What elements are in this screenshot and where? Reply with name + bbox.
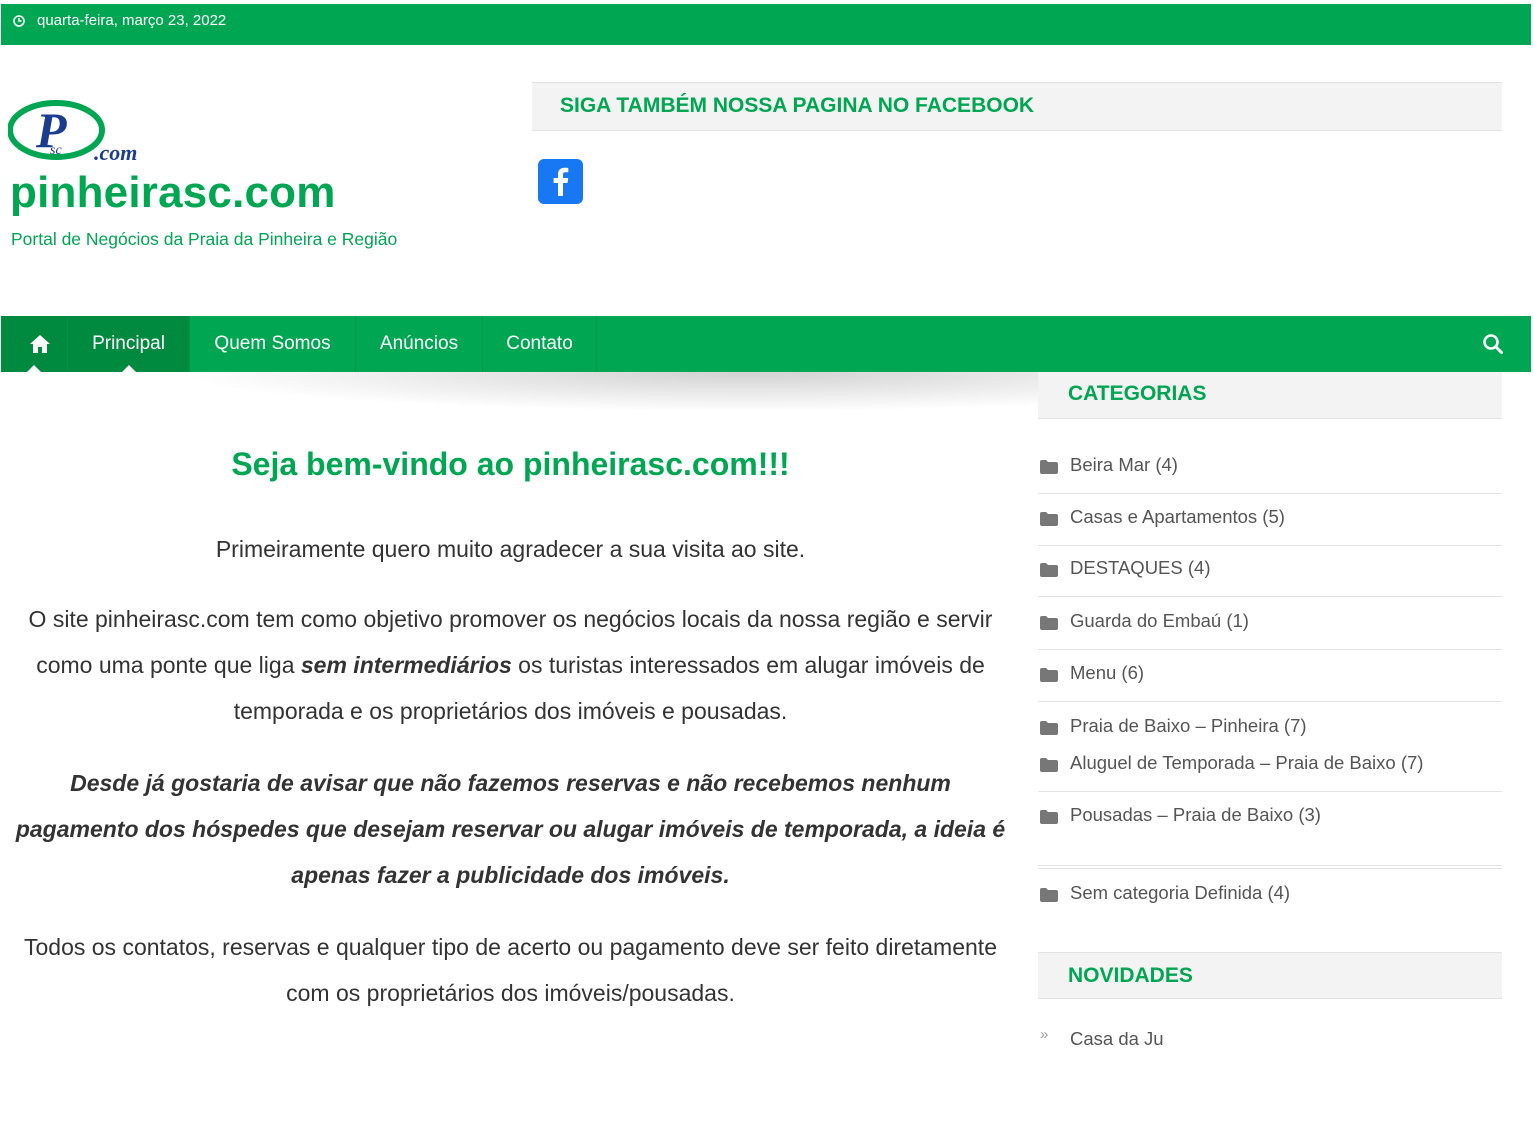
facebook-widget-title-text: SIGA TAMBÉM NOSSA PAGINA NO FACEBOOK — [560, 94, 1035, 117]
nav-item-quem-somos[interactable]: Quem Somos — [190, 316, 356, 372]
objective-paragraph: O site pinheirasc.com tem como objetivo … — [8, 596, 1013, 734]
main-nav: Principal Quem Somos Anúncios Contato — [1, 316, 1531, 372]
top-bar: quarta-feira, março 23, 2022 — [1, 4, 1531, 45]
folder-icon — [1040, 616, 1058, 630]
facebook-icon[interactable] — [538, 159, 583, 204]
news-item[interactable]: » Casa da Ju — [1038, 1032, 1502, 1052]
folder-icon — [1040, 512, 1058, 526]
active-notch — [27, 365, 41, 372]
category-label: Sem categoria Definida (4) — [1070, 882, 1291, 903]
objective-emphasis: sem intermediários — [300, 652, 512, 678]
category-item[interactable]: Sem categoria Definida (4) — [1038, 868, 1502, 910]
double-chevron-icon: » — [1040, 1032, 1049, 1043]
categories-widget-title: CATEGORIAS — [1038, 372, 1502, 419]
category-item[interactable]: Praia de Baixo – Pinheira (7) — [1038, 713, 1502, 749]
category-item[interactable]: Aluguel de Temporada – Praia de Baixo (7… — [1038, 750, 1502, 792]
disclaimer-paragraph: Desde já gostaria de avisar que não faze… — [15, 770, 1006, 888]
categories-title-text: CATEGORIAS — [1068, 382, 1207, 405]
home-icon — [30, 335, 50, 353]
folder-icon — [1040, 758, 1058, 772]
folder-icon — [1040, 460, 1058, 474]
category-item[interactable]: Pousadas – Praia de Baixo (3) — [1038, 802, 1502, 866]
category-item[interactable]: Beira Mar (4) — [1038, 452, 1502, 494]
clock-icon — [13, 15, 25, 27]
folder-icon — [1040, 721, 1058, 735]
category-item[interactable]: Menu (6) — [1038, 660, 1502, 702]
category-label: Guarda do Embaú (1) — [1070, 610, 1249, 631]
category-label: Pousadas – Praia de Baixo (3) — [1070, 804, 1321, 825]
folder-icon — [1040, 668, 1058, 682]
nav-item-contato[interactable]: Contato — [483, 316, 597, 372]
category-item[interactable]: DESTAQUES (4) — [1038, 555, 1502, 597]
folder-icon — [1040, 563, 1058, 577]
nav-item-label: Quem Somos — [214, 333, 331, 354]
folder-icon — [1040, 810, 1058, 824]
svg-text:sc: sc — [50, 143, 62, 158]
intro-paragraph: Primeiramente quero muito agradecer a su… — [215, 536, 806, 562]
category-label: Casas e Apartamentos (5) — [1070, 506, 1285, 527]
nav-item-label: Contato — [506, 333, 573, 354]
news-title-text: NOVIDADES — [1068, 964, 1193, 987]
main-content: Seja bem-vindo ao pinheirasc.com!!! Prim… — [8, 430, 1013, 1016]
nav-item-label: Principal — [92, 333, 165, 354]
site-title[interactable]: pinheirasc.com — [10, 168, 336, 218]
page-bottom-blank — [0, 1055, 1533, 1146]
active-notch — [121, 365, 136, 372]
category-item[interactable]: Guarda do Embaú (1) — [1038, 608, 1502, 650]
search-icon[interactable] — [1482, 333, 1504, 355]
folder-icon — [1040, 888, 1058, 902]
current-date: quarta-feira, março 23, 2022 — [37, 12, 227, 29]
page-title: Seja bem-vindo ao pinheirasc.com!!! — [231, 446, 790, 482]
news-item-label: Casa da Ju — [1070, 1032, 1164, 1049]
category-item[interactable]: Casas e Apartamentos (5) — [1038, 504, 1502, 546]
facebook-widget-title: SIGA TAMBÉM NOSSA PAGINA NO FACEBOOK — [532, 82, 1502, 131]
nav-item-principal[interactable]: Principal — [68, 316, 190, 372]
nav-item-anuncios[interactable]: Anúncios — [356, 316, 483, 372]
site-logo[interactable]: P sc .com — [8, 100, 173, 166]
nav-item-label: Anúncios — [379, 333, 459, 354]
svg-text:.com: .com — [94, 140, 137, 165]
category-label: Beira Mar (4) — [1070, 454, 1178, 475]
home-button[interactable] — [1, 316, 68, 372]
contact-paragraph: Todos os contatos, reservas e qualquer t… — [24, 934, 997, 1006]
category-label: Menu (6) — [1070, 662, 1145, 683]
news-widget-title: NOVIDADES — [1038, 952, 1502, 999]
category-label: Aluguel de Temporada – Praia de Baixo (7… — [1070, 752, 1424, 773]
category-label: DESTAQUES (4) — [1070, 557, 1211, 578]
category-label: Praia de Baixo – Pinheira (7) — [1070, 715, 1307, 736]
site-tagline: Portal de Negócios da Praia da Pinheira … — [11, 229, 398, 249]
